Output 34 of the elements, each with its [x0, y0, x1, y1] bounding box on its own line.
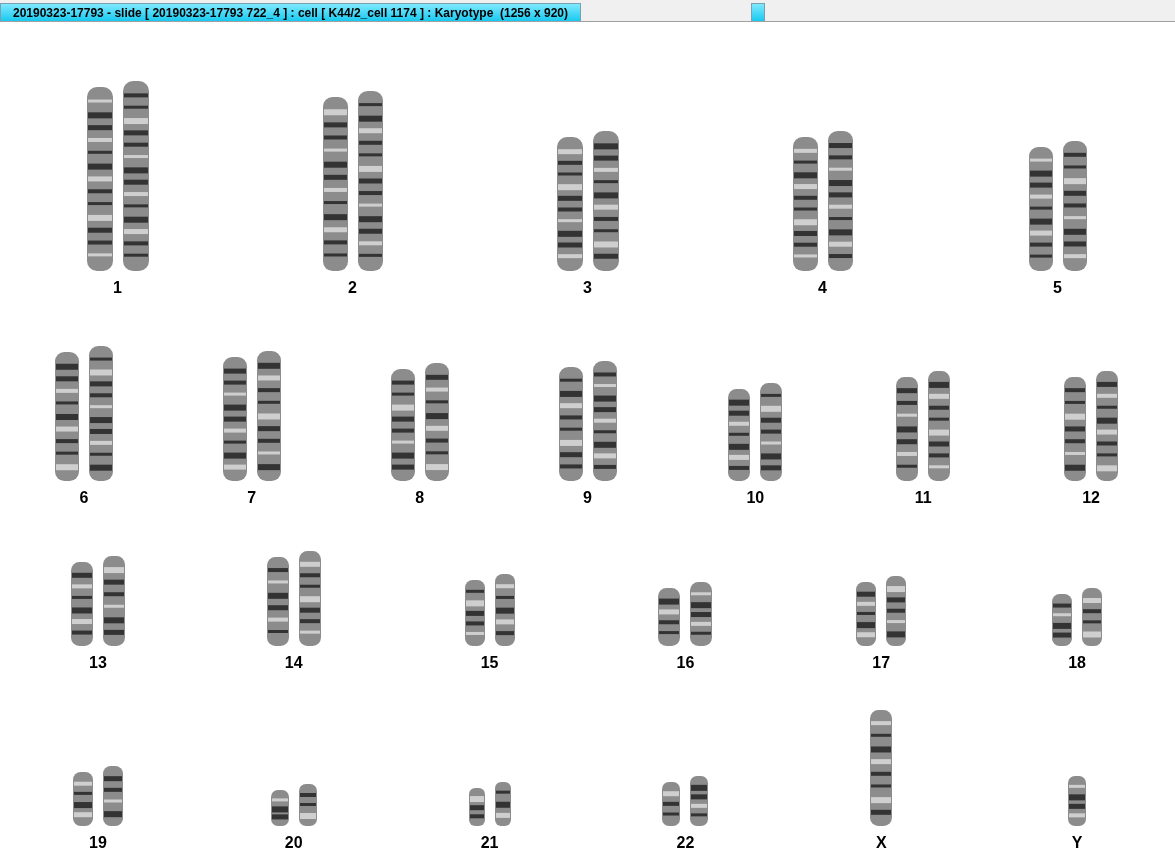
chromosome-pair-drawing	[72, 766, 123, 826]
chromosome-pair-drawing	[856, 576, 907, 646]
chromosome-label: 14	[284, 654, 303, 672]
chromosome-pair-drawing	[468, 782, 511, 826]
chromosome-label: 17	[872, 654, 891, 672]
chromosome-label: 13	[89, 654, 107, 672]
chromosome-label: 12	[1082, 489, 1100, 507]
chromosome-label: X	[875, 834, 887, 852]
chromosome-pair-drawing	[464, 574, 515, 646]
chromosome-label: 16	[676, 654, 695, 672]
tab[interactable]: 20190323-17793 - slide [ 20190323-17793 722_4 ] : cell [ K44/2_cell 1174 ] : Karyotype (1256 x 920)	[0, 3, 582, 21]
chromosome-label: 18	[1068, 654, 1086, 672]
chromosome-pair-drawing	[1052, 588, 1103, 646]
chromosome-label: 3	[583, 279, 592, 297]
chromosome-label: 1	[113, 279, 122, 297]
chromosome-label: 11	[914, 489, 932, 507]
chromosome-label: 4	[818, 279, 827, 297]
chromosome-label: 5	[1053, 279, 1062, 297]
chromosome-label: 7	[247, 489, 257, 507]
chromosome-label: 15	[480, 654, 499, 672]
chromosome-pair-drawing	[662, 776, 709, 826]
chromosome-label: 6	[79, 489, 89, 507]
chromosome-label: 9	[583, 489, 592, 507]
chromosome-label: 20	[284, 834, 303, 852]
chromosome-label: 8	[415, 489, 425, 507]
chromosome-pair-drawing	[270, 784, 317, 826]
scroll-thumb[interactable]	[751, 3, 766, 21]
chromosome-label: 21	[480, 834, 499, 852]
chromosome-label: 22	[676, 834, 695, 852]
chromosome-label: 2	[348, 279, 357, 297]
chromosome-label: Y	[1071, 834, 1083, 852]
chromosome-pair-drawing	[658, 582, 713, 646]
chromosome-label: 10	[746, 489, 765, 507]
chromosome-label: 19	[89, 834, 107, 852]
